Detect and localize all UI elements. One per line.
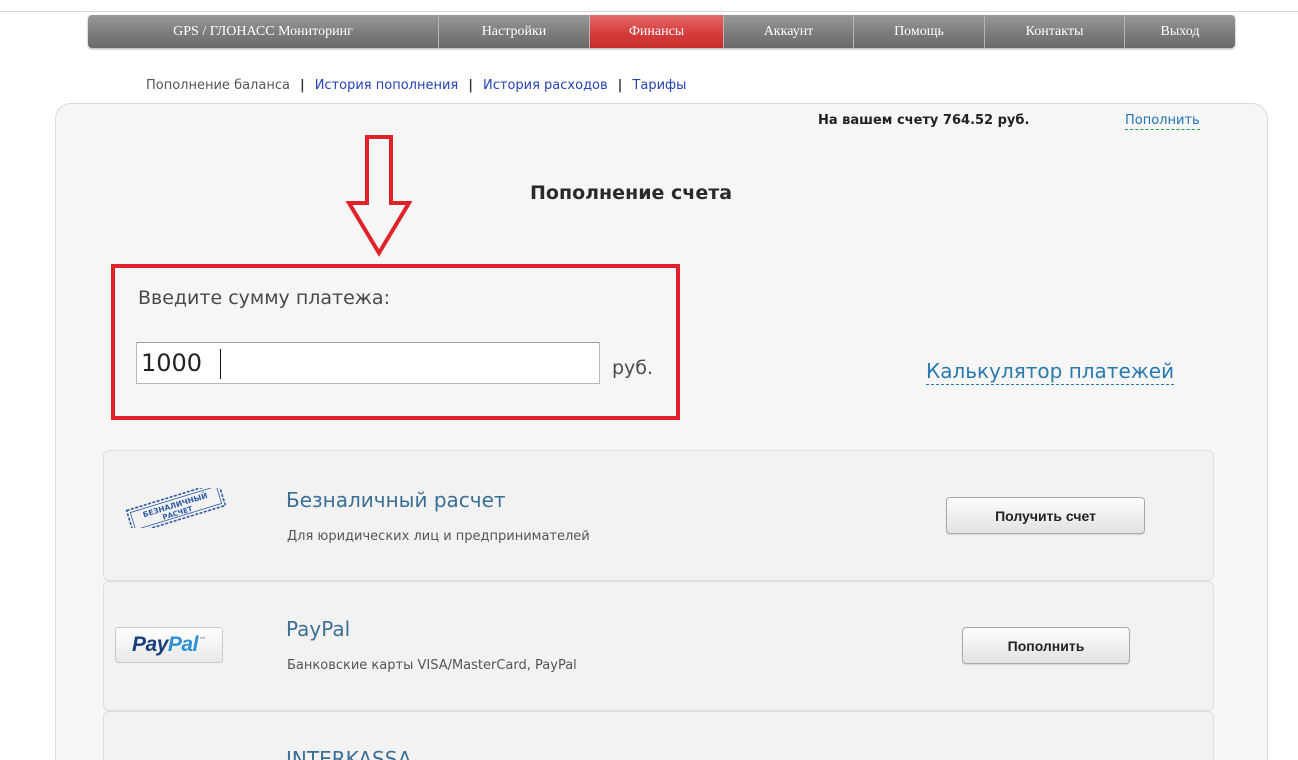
amount-label: Введите сумму платежа:	[138, 287, 390, 309]
subnav-separator: |	[617, 77, 623, 93]
paypal-topup-button[interactable]: Пополнить	[962, 627, 1130, 664]
nav-account[interactable]: Аккаунт	[724, 15, 854, 48]
page-title: Пополнение счета	[530, 182, 733, 204]
main-navigation: GPS / ГЛОНАСС Мониторинг Настройки Финан…	[88, 15, 1235, 48]
cashless-stamp-icon: БЕЗНАЛИЧНЫЙ РАСЧЕТ	[125, 488, 227, 528]
subnav-current-balance-topup: Пополнение баланса	[146, 77, 290, 93]
balance-topup-link[interactable]: Пополнить	[1125, 113, 1200, 130]
nav-logout[interactable]: Выход	[1125, 15, 1235, 48]
page: GPS / ГЛОНАСС Мониторинг Настройки Финан…	[0, 0, 1298, 760]
balance-text: На вашем счету 764.52 руб.	[818, 113, 1030, 128]
currency-label: руб.	[612, 357, 654, 379]
nav-contacts[interactable]: Контакты	[985, 15, 1125, 48]
text-caret	[220, 349, 221, 379]
nav-gps-monitoring[interactable]: GPS / ГЛОНАСС Мониторинг	[88, 15, 439, 48]
cashless-description: Для юридических лиц и предпринимателей	[287, 529, 590, 544]
top-rule	[0, 11, 1298, 12]
interkassa-title: INTERKASSA	[286, 747, 412, 760]
paypal-logo: PayPal ™	[115, 627, 223, 663]
payment-calculator-link[interactable]: Калькулятор платежей	[926, 358, 1175, 385]
subnav-separator: |	[468, 77, 473, 93]
paypal-title: PayPal	[286, 617, 351, 641]
nav-help[interactable]: Помощь	[854, 15, 985, 48]
cashless-title: Безналичный расчет	[286, 488, 506, 512]
page-edge	[1290, 100, 1298, 760]
payment-method-interkassa	[103, 711, 1214, 760]
subnav-separator: |	[299, 77, 305, 93]
down-arrow-icon	[346, 135, 412, 257]
subnav-link-tariffs[interactable]: Тарифы	[632, 78, 686, 93]
finance-subnav: Пополнение баланса | История пополнения …	[146, 76, 686, 94]
nav-settings[interactable]: Настройки	[439, 15, 590, 48]
nav-finance[interactable]: Финансы	[590, 15, 724, 48]
subnav-link-expense-history[interactable]: История расходов	[483, 78, 608, 93]
paypal-description: Банковские карты VISA/MasterCard, PayPal	[287, 658, 577, 673]
get-invoice-button[interactable]: Получить счет	[946, 497, 1145, 534]
amount-input[interactable]	[136, 342, 600, 384]
subnav-link-topup-history[interactable]: История пополнения	[315, 78, 459, 93]
